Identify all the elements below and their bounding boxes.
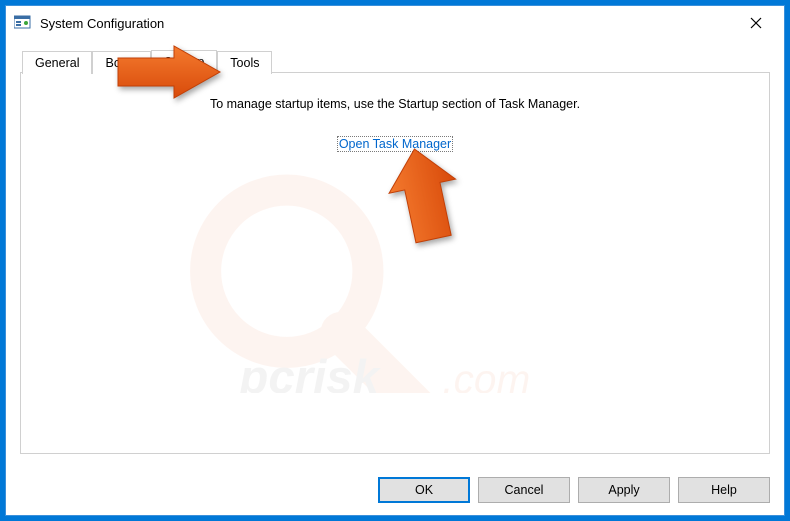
tab-boot[interactable]: Bo — [92, 51, 122, 74]
tabstrip: General Bo es Startup Tools — [20, 50, 770, 73]
cancel-button[interactable]: Cancel — [478, 477, 570, 503]
svg-text:.com: .com — [442, 356, 530, 393]
tab-startup[interactable]: Startup — [151, 50, 217, 73]
apply-button[interactable]: Apply — [578, 477, 670, 503]
help-button[interactable]: Help — [678, 477, 770, 503]
button-row: OK Cancel Apply Help — [6, 465, 784, 515]
ok-button[interactable]: OK — [378, 477, 470, 503]
startup-tabpane: To manage startup items, use the Startup… — [20, 72, 770, 454]
close-button[interactable] — [734, 9, 778, 37]
app-icon — [14, 14, 32, 32]
system-configuration-window: System Configuration General Bo es Start… — [5, 5, 785, 516]
tab-general[interactable]: General — [22, 51, 92, 74]
startup-message: To manage startup items, use the Startup… — [41, 97, 749, 111]
open-task-manager-link[interactable]: Open Task Manager — [337, 136, 453, 152]
open-task-manager-container: Open Task Manager — [41, 137, 749, 151]
watermark: pcrisk .com — [61, 163, 729, 393]
tab-tools[interactable]: Tools — [217, 51, 272, 74]
titlebar: System Configuration — [6, 6, 784, 40]
window-title: System Configuration — [40, 16, 734, 31]
close-icon — [750, 17, 762, 29]
tab-services[interactable]: es — [123, 51, 151, 74]
content-area: General Bo es Startup Tools To manage st… — [6, 40, 784, 465]
svg-text:pcrisk: pcrisk — [237, 351, 381, 393]
